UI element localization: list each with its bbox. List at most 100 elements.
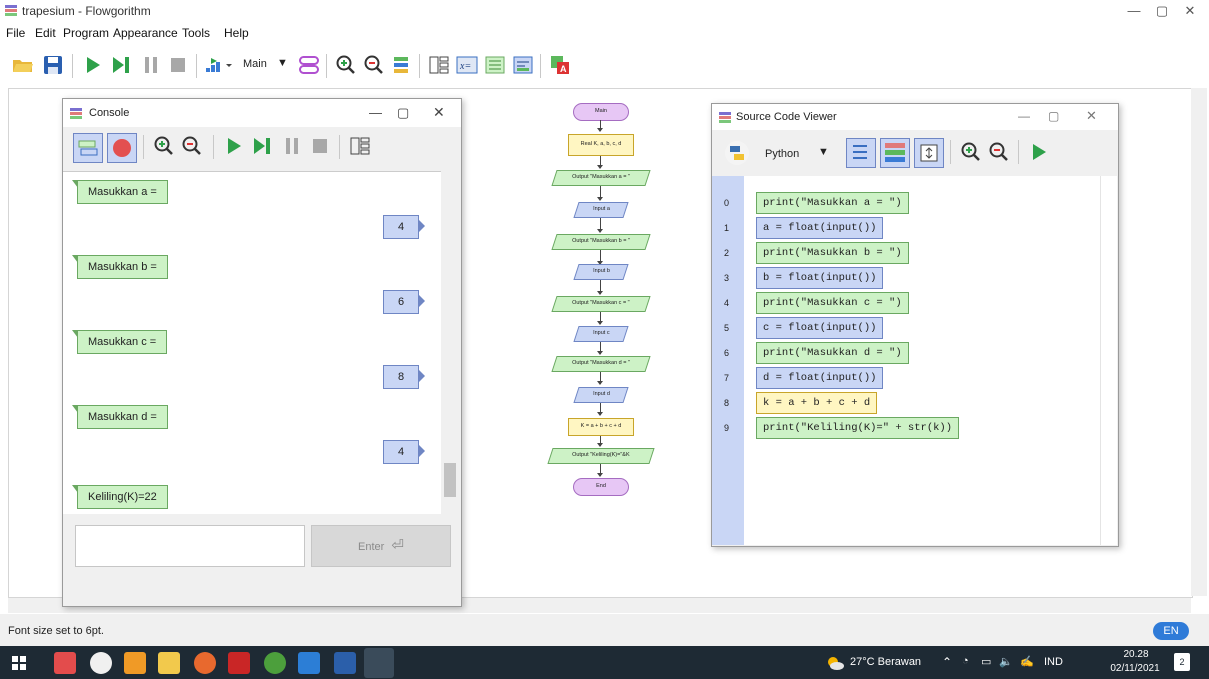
chart-icon[interactable]	[510, 52, 536, 78]
close-button[interactable]: ✕	[1086, 108, 1097, 124]
minimize-button[interactable]: —	[369, 105, 382, 120]
clock-time[interactable]: 20.28	[1116, 649, 1156, 660]
menu-tools[interactable]: Tools	[182, 26, 210, 40]
language-badge[interactable]: EN	[1153, 622, 1189, 640]
flowchart-input-node[interactable]: Input c	[573, 326, 629, 342]
media-icon[interactable]	[90, 652, 112, 674]
scroll-thumb[interactable]	[444, 463, 456, 497]
pen-icon[interactable]: ✍	[1020, 655, 1034, 668]
flowchart-end-node[interactable]: End	[573, 478, 629, 496]
clock-date[interactable]: 02/11/2021	[1106, 663, 1164, 674]
open-folder-icon[interactable]	[10, 52, 36, 78]
enter-button[interactable]: Enter ⏎	[311, 525, 451, 567]
battery-icon[interactable]: ▭	[981, 655, 991, 668]
vertical-scrollbar[interactable]	[1191, 88, 1207, 596]
menu-program[interactable]: Program	[63, 26, 109, 40]
close-button[interactable]: ✕	[1178, 3, 1202, 19]
node-label: K = a + b + c + d	[580, 423, 622, 430]
minimize-button[interactable]: —	[1018, 109, 1030, 123]
run-icon[interactable]	[1026, 139, 1052, 165]
chrome-icon[interactable]	[264, 652, 286, 674]
message-text: Keliling(K)=22	[88, 491, 157, 503]
code-line: d = float(input())	[756, 367, 884, 389]
translate-icon[interactable]: A	[547, 52, 573, 78]
menu-edit[interactable]: Edit	[35, 26, 56, 40]
source-code-icon[interactable]	[482, 52, 508, 78]
node-label: Output "Keliling(K)="&K	[572, 452, 630, 459]
console-window-icon[interactable]	[426, 52, 452, 78]
maximize-button[interactable]: ▢	[1048, 109, 1059, 123]
viewer-scrollbar[interactable]	[1100, 176, 1117, 545]
zoom-in-icon[interactable]	[958, 139, 984, 165]
flowchart-main-node[interactable]: Main	[573, 103, 629, 121]
zoom-out-icon[interactable]	[986, 139, 1012, 165]
variable-watch-icon[interactable]: x=	[454, 52, 480, 78]
fit-toggle-icon[interactable]	[914, 138, 944, 168]
flowchart-output-node[interactable]: Output "Masukkan b = "	[551, 234, 651, 250]
message-text: Masukkan c =	[88, 336, 157, 348]
input-language[interactable]: IND	[1044, 656, 1063, 668]
menu-help[interactable]: Help	[224, 26, 249, 40]
run-icon[interactable]	[80, 52, 106, 78]
windows-start-icon[interactable]	[12, 656, 26, 670]
close-button[interactable]: ✕	[433, 104, 445, 121]
chevron-up-icon[interactable]: ⌃	[942, 655, 952, 669]
firefox-icon[interactable]	[194, 652, 216, 674]
zoom-in-icon[interactable]	[333, 52, 359, 78]
app-icon[interactable]	[54, 652, 76, 674]
menu-bar: File Edit Program Appearance Tools Help	[0, 22, 1209, 44]
console-scrollbar[interactable]	[441, 171, 459, 513]
functions-icon[interactable]	[296, 52, 322, 78]
pause-icon[interactable]	[279, 133, 305, 159]
flowchart-declare-node[interactable]: Real K, a, b, c, d	[568, 134, 634, 156]
line-numbers-toggle-icon[interactable]	[846, 138, 876, 168]
stop-icon[interactable]	[165, 52, 191, 78]
zoom-in-icon[interactable]	[151, 133, 177, 159]
maximize-button[interactable]: ▢	[1150, 3, 1174, 19]
vscode-icon[interactable]	[298, 652, 320, 674]
minimize-button[interactable]: —	[1122, 3, 1146, 19]
save-icon[interactable]	[40, 52, 66, 78]
code-line: print("Masukkan d = ")	[756, 342, 909, 364]
menu-appearance[interactable]: Appearance	[113, 26, 178, 40]
node-label: Main	[595, 108, 607, 115]
notification-icon[interactable]: 2	[1174, 653, 1190, 671]
pause-icon[interactable]	[138, 52, 164, 78]
flowchart-output-node[interactable]: Output "Masukkan a = "	[551, 170, 651, 186]
function-select[interactable]: Main ▼	[243, 57, 293, 74]
word-icon[interactable]	[334, 652, 356, 674]
color-blocks-toggle-icon[interactable]	[880, 138, 910, 168]
volume-icon[interactable]: 🔈	[999, 655, 1013, 668]
stop-icon[interactable]	[307, 133, 333, 159]
step-icon[interactable]	[249, 133, 275, 159]
vlc-icon[interactable]	[124, 652, 146, 674]
flowchart-input-node[interactable]: Input d	[573, 387, 629, 403]
step-icon[interactable]	[108, 52, 134, 78]
pdf-reader-icon[interactable]	[228, 652, 250, 674]
line-number: 4	[724, 298, 730, 308]
flowchart-output-node[interactable]: Output "Keliling(K)="&K	[547, 448, 655, 464]
speed-dropdown-icon[interactable]	[203, 52, 237, 78]
flowchart-assign-node[interactable]: K = a + b + c + d	[568, 418, 634, 436]
console-input-field[interactable]	[75, 525, 305, 567]
zoom-out-icon[interactable]	[179, 133, 205, 159]
breakpoint-toggle-icon[interactable]	[107, 133, 137, 163]
console-output-message: Masukkan c =	[71, 330, 168, 354]
flowchart-input-node[interactable]: Input a	[573, 202, 629, 218]
zoom-out-icon[interactable]	[361, 52, 387, 78]
chevron-down-icon[interactable]: ▼	[818, 146, 829, 158]
show-output-toggle-icon[interactable]	[73, 133, 103, 163]
layout-icon[interactable]	[389, 52, 415, 78]
flowgorithm-taskbar-icon[interactable]	[364, 648, 394, 678]
language-select[interactable]: Python	[765, 148, 799, 160]
run-icon[interactable]	[221, 133, 247, 159]
flowchart-output-node[interactable]: Output "Masukkan c = "	[551, 296, 651, 312]
layout-toggle-icon[interactable]	[347, 133, 373, 159]
flowchart-input-node[interactable]: Input b	[573, 264, 629, 280]
flowchart-output-node[interactable]: Output "Masukkan d = "	[551, 356, 651, 372]
network-icon[interactable]: ◔	[962, 655, 969, 667]
maximize-button[interactable]: ▢	[397, 105, 409, 121]
menu-file[interactable]: File	[6, 26, 25, 40]
weather-text[interactable]: 27°C Berawan	[850, 656, 921, 668]
file-explorer-icon[interactable]	[158, 652, 180, 674]
